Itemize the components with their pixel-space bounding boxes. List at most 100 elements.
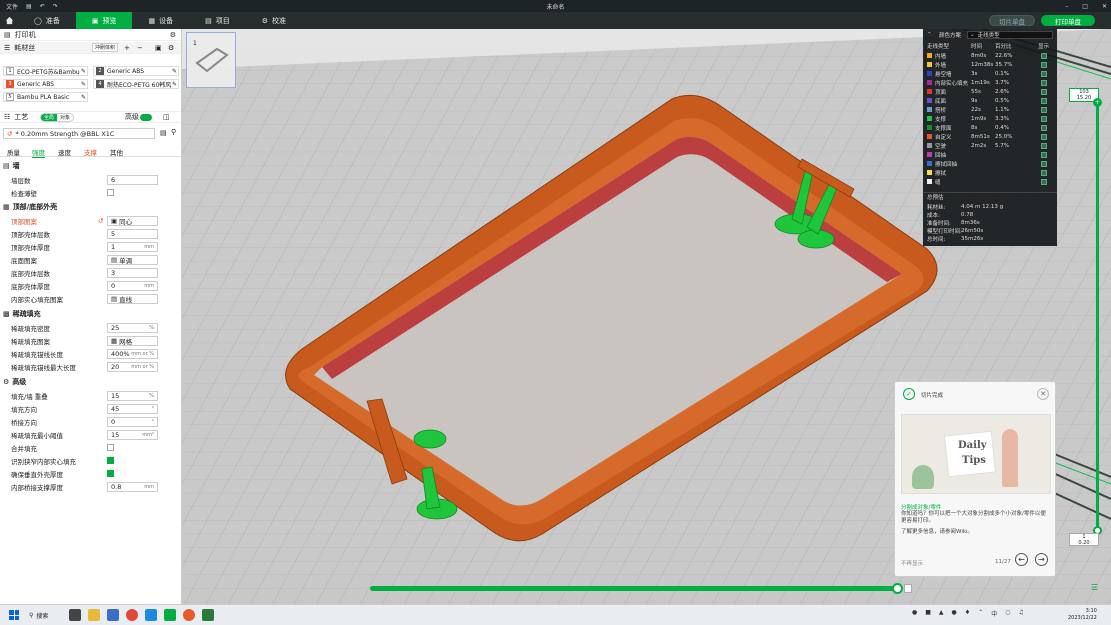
close-tips-icon[interactable]: ✕ (1037, 388, 1049, 400)
task-view-icon[interactable] (69, 609, 81, 621)
bridge-direction-input[interactable]: 0 ° (107, 416, 158, 427)
bambu-slicer-active-icon[interactable] (202, 609, 214, 621)
legend-visibility-checkbox[interactable] (1041, 133, 1047, 140)
start-icon[interactable] (9, 610, 19, 620)
legend-visibility-checkbox[interactable] (1041, 70, 1047, 77)
bridge-support-thickness-input[interactable]: 0.8 mm (107, 481, 158, 492)
vscode-icon[interactable] (145, 609, 157, 621)
min-infill-area-input[interactable]: 15 mm² (107, 429, 158, 440)
save-icon[interactable]: ▤ (26, 3, 32, 10)
infill-direction-input[interactable]: 45 ° (107, 403, 158, 414)
legend-visibility-checkbox[interactable] (1041, 52, 1047, 59)
combine-infill-checkbox[interactable] (107, 444, 114, 451)
tab-strength[interactable]: 强度 (32, 147, 45, 158)
process-preset-select[interactable]: ↺ * 0.20mm Strength @BBL X1C (3, 128, 155, 139)
legend-visibility-checkbox[interactable] (1041, 178, 1047, 185)
filament-edit-icon[interactable]: ▣ (155, 44, 162, 52)
tab-others[interactable]: 其他 (110, 147, 123, 157)
infill-pattern-select[interactable]: ▦ 网格 (107, 335, 158, 346)
bottom-thickness-input[interactable]: 0 mm (107, 280, 158, 291)
ensure-vertical-shell-checkbox[interactable] (107, 470, 114, 477)
tab-speed[interactable]: 速度 (58, 147, 71, 157)
move-slider-handle[interactable] (892, 583, 903, 594)
tab-device[interactable]: ▦ 设备 (132, 12, 189, 29)
bambu-studio-icon[interactable] (164, 609, 176, 621)
filament-slot-1[interactable]: 1 ECO-PETG苏&Bambu ✎ (3, 66, 88, 76)
legend-visibility-checkbox[interactable] (1041, 169, 1047, 176)
clock[interactable]: 3:10 2023/12/22 (1068, 608, 1097, 622)
slice-plate-button[interactable]: 切片单盘 (989, 15, 1035, 26)
advanced-toggle[interactable] (140, 113, 152, 121)
redo-icon[interactable]: ↷ (53, 3, 58, 10)
legend-row[interactable]: 支撑 1m9s 3.3% (923, 114, 1057, 123)
dont-show-again-link[interactable]: 不再显示 (901, 559, 923, 567)
volume-icon[interactable]: ♫ (1018, 609, 1023, 618)
edit-icon[interactable]: ✎ (81, 94, 86, 101)
maximize-icon[interactable]: □ (1082, 3, 1088, 10)
filament-slot-2[interactable]: 2 Generic ABS ✎ (93, 66, 179, 76)
compare-icon[interactable]: ◫ (163, 113, 170, 121)
flush-volume-button[interactable]: 冲刷体积 (92, 43, 119, 52)
undo-icon[interactable]: ↶ (40, 3, 45, 10)
legend-visibility-checkbox[interactable] (1041, 151, 1047, 158)
legend-visibility-checkbox[interactable] (1041, 142, 1047, 149)
tab-prepare[interactable]: ◯ 准备 (18, 12, 76, 29)
next-tip-button[interactable]: → (1035, 553, 1048, 566)
chevron-up-icon[interactable]: ⌃ (978, 609, 983, 618)
color-scheme-select[interactable]: ⌄ 走线类型 (967, 30, 1053, 39)
legend-visibility-checkbox[interactable] (1041, 79, 1047, 86)
anchor-length-input[interactable]: 400% mm or % (107, 348, 158, 359)
terminal-icon[interactable] (107, 609, 119, 621)
wifi-icon[interactable]: ○ (1005, 609, 1010, 618)
tab-preview[interactable]: ▣ 预览 (75, 12, 133, 29)
tray-app-icon[interactable]: ● (912, 609, 917, 618)
infill-wall-overlap-input[interactable]: 15% (107, 390, 158, 401)
save-preset-icon[interactable]: ▤ (160, 129, 167, 137)
tips-wiki-link[interactable]: 了解更多信息，请参阅Wiki。 (901, 527, 973, 535)
filament-slot-4[interactable]: 4 耐热ECO-PETG 60韩风 ✎ (93, 79, 179, 89)
legend-visibility-checkbox[interactable] (1041, 115, 1047, 122)
ime-icon[interactable]: 中 (991, 609, 997, 618)
print-plate-button[interactable]: 打印单盘 (1041, 15, 1095, 26)
legend-row[interactable]: 缝 (923, 177, 1057, 186)
legend-visibility-checkbox[interactable] (1041, 88, 1047, 95)
infill-density-input[interactable]: 25% (107, 322, 158, 333)
top-layers-input[interactable]: 5 (107, 228, 158, 239)
legend-visibility-checkbox[interactable] (1041, 106, 1047, 113)
move-slider-horizontal[interactable] (370, 583, 912, 595)
filament-slot-3[interactable]: 3 Generic ABS ✎ (3, 79, 88, 89)
top-thickness-input[interactable]: 1 mm (107, 241, 158, 252)
anchor-max-input[interactable]: 20 mm or % (107, 361, 158, 372)
tray-app-icon[interactable]: ■ (925, 609, 931, 618)
edit-icon[interactable]: ✎ (172, 68, 177, 75)
legend-row[interactable]: 自定义 8m51s 25.0% (923, 132, 1057, 141)
close-icon[interactable]: ✕ (1102, 3, 1107, 10)
tab-calibration[interactable]: ⚙ 校准 (246, 12, 302, 29)
wall-loops-input[interactable]: 6 (107, 174, 158, 185)
layers-icon[interactable]: ☰ (1091, 583, 1098, 592)
legend-row[interactable]: 回抽 (923, 150, 1057, 159)
edit-icon[interactable]: ✎ (172, 81, 177, 88)
reset-icon[interactable]: ↺ (98, 217, 103, 225)
tab-support[interactable]: 支撑 (84, 147, 97, 157)
legend-visibility-checkbox[interactable] (1041, 160, 1047, 167)
edit-icon[interactable]: ✎ (81, 68, 86, 75)
prev-tip-button[interactable]: ← (1015, 553, 1028, 566)
legend-row[interactable]: 支撑面 8s 0.4% (923, 123, 1057, 132)
bottom-pattern-select[interactable]: ▤ 单调 (107, 254, 158, 265)
plate-thumbnail[interactable]: 1 (186, 32, 236, 88)
tray-app-icon[interactable]: ▲ (939, 609, 944, 618)
internal-solid-pattern-select[interactable]: ▤ 直线 (107, 293, 158, 304)
legend-row[interactable]: 外墙 12m38s 35.7% (923, 60, 1057, 69)
tray-app-icon[interactable]: ♦ (965, 609, 970, 618)
legend-visibility-checkbox[interactable] (1041, 61, 1047, 68)
scope-toggle[interactable]: 全局 对象 (40, 112, 75, 122)
bottom-layers-input[interactable]: 3 (107, 267, 158, 278)
detect-narrow-solid-checkbox[interactable] (107, 457, 114, 464)
legend-visibility-checkbox[interactable] (1041, 124, 1047, 131)
legend-row[interactable]: 擦拭回抽 (923, 159, 1057, 168)
minimize-icon[interactable]: – (1065, 3, 1068, 10)
layer-slider-vertical[interactable]: 103 15.20 + 1 0.20 (1069, 88, 1105, 550)
legend-visibility-checkbox[interactable] (1041, 97, 1047, 104)
chrome-icon[interactable] (126, 609, 138, 621)
